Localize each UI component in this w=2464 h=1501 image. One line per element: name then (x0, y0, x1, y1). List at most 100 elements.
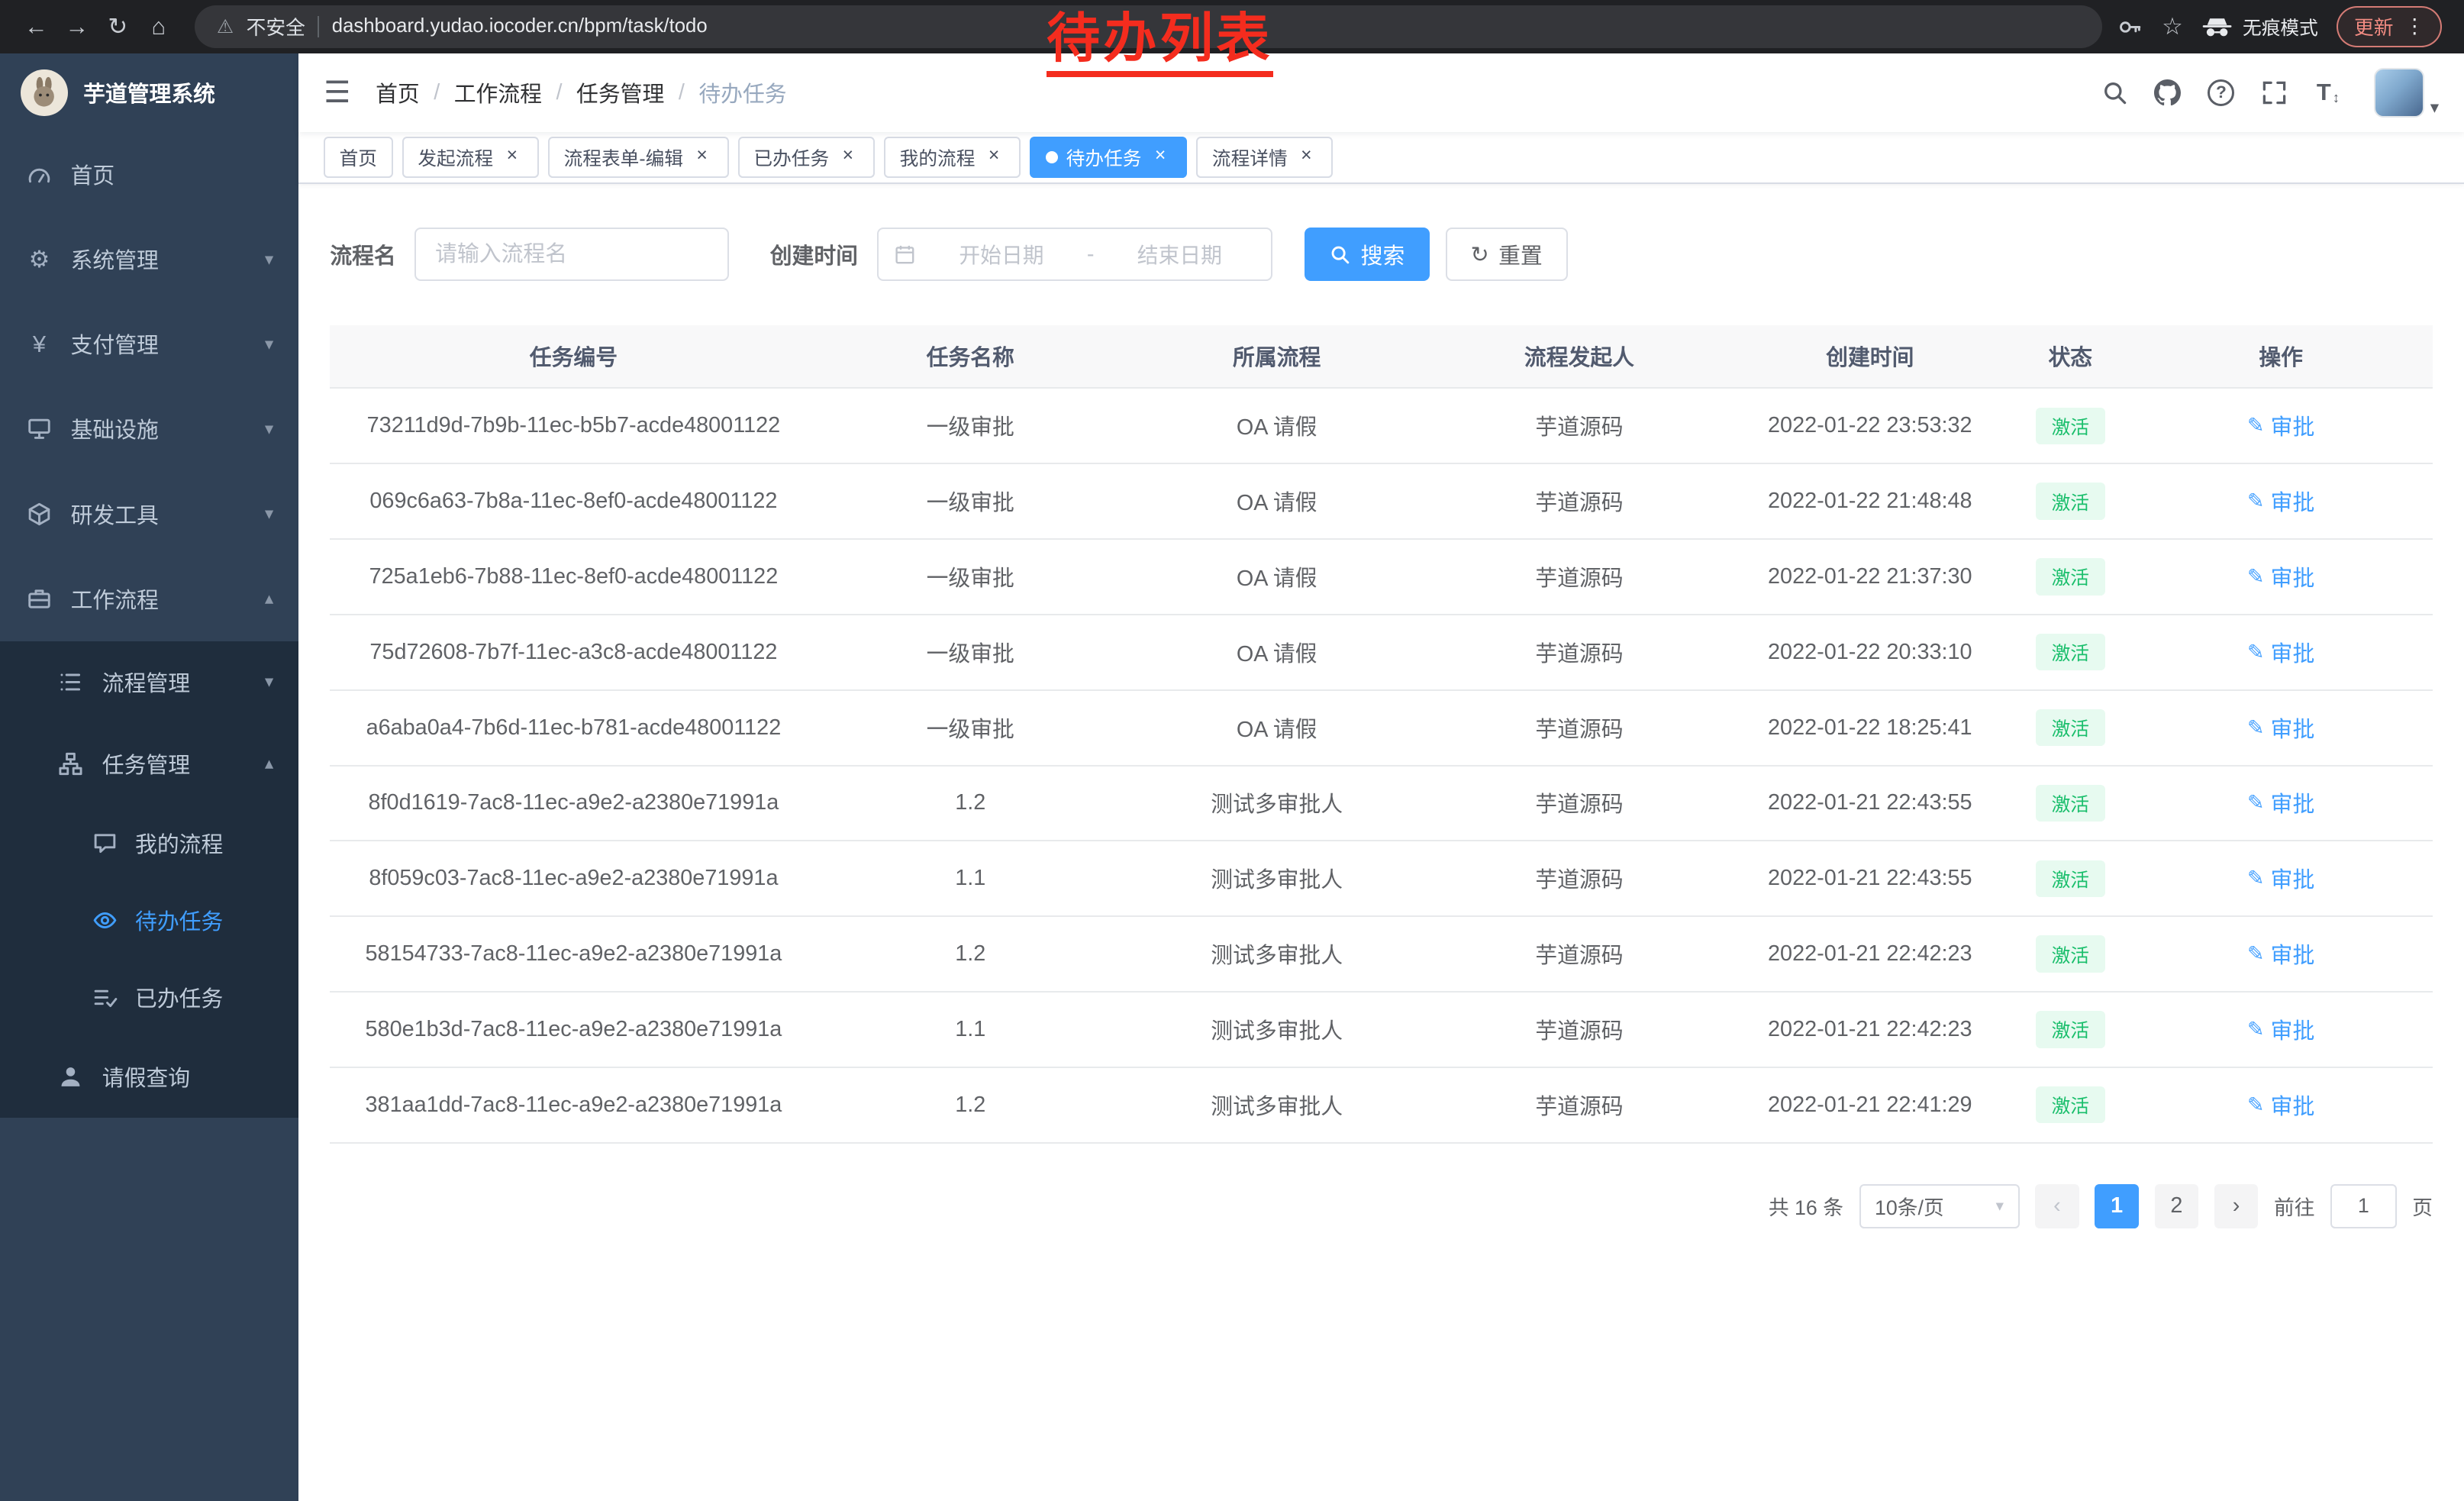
approve-label: 审批 (2271, 410, 2315, 441)
font-size-arrows: ↕ (2333, 89, 2340, 106)
col-status: 状态 (2011, 325, 2129, 388)
col-actions: 操作 (2129, 325, 2432, 388)
sidebar-item-done-tasks[interactable]: 已办任务 (0, 959, 298, 1036)
tab-form-edit[interactable]: 流程表单-编辑 × (548, 137, 728, 178)
tab-home[interactable]: 首页 (324, 137, 392, 178)
forward-icon[interactable]: → (56, 6, 98, 47)
approve-link[interactable]: ✎审批 (2247, 486, 2314, 517)
sidebar-item-system[interactable]: ⚙ 系统管理 ▾ (0, 217, 298, 302)
prev-page-button[interactable]: ‹ (2035, 1184, 2079, 1228)
search-button[interactable]: 搜索 (1305, 228, 1430, 281)
close-icon[interactable]: × (1150, 146, 1172, 168)
font-size-icon[interactable]: T↕ (2304, 69, 2352, 117)
close-icon[interactable]: × (837, 146, 859, 168)
approve-link[interactable]: ✎审批 (2247, 712, 2314, 744)
update-button[interactable]: 更新 ⋮ (2337, 6, 2442, 47)
sidebar-item-devtools[interactable]: 研发工具 ▾ (0, 472, 298, 557)
approve-link[interactable]: ✎审批 (2247, 938, 2314, 970)
task-id: 8f0d1619-7ac8-11ec-a9e2-a2380e71991a (330, 766, 817, 841)
search-icon[interactable] (2091, 69, 2138, 117)
sidebar-item-task-management[interactable]: 任务管理 ▴ (0, 723, 298, 805)
breadcrumb-item-workflow[interactable]: 工作流程 (454, 77, 542, 108)
breadcrumb-item-home[interactable]: 首页 (376, 77, 420, 108)
tab-process-detail[interactable]: 流程详情 × (1196, 137, 1333, 178)
approve-link[interactable]: ✎审批 (2247, 1089, 2314, 1121)
next-page-button[interactable]: › (2214, 1184, 2259, 1228)
reload-icon[interactable]: ↻ (98, 6, 139, 47)
sidebar-item-payment[interactable]: ¥ 支付管理 ▾ (0, 302, 298, 386)
approve-link[interactable]: ✎审批 (2247, 1014, 2314, 1045)
home-icon[interactable]: ⌂ (138, 6, 179, 47)
task-starter: 芋道源码 (1430, 841, 1728, 916)
task-name: 一级审批 (818, 539, 1124, 615)
incognito-label: 无痕模式 (2243, 13, 2318, 40)
sidebar-item-label: 待办任务 (135, 905, 273, 936)
edit-icon: ✎ (2247, 1093, 2264, 1117)
col-starter: 流程发起人 (1430, 325, 1728, 388)
task-name: 1.2 (818, 1067, 1124, 1143)
help-icon[interactable]: ? (2198, 69, 2245, 117)
chevron-down-icon: ▾ (265, 419, 273, 439)
close-icon[interactable]: × (501, 146, 523, 168)
approve-label: 审批 (2271, 787, 2315, 818)
tab-todo-tasks[interactable]: 待办任务 × (1030, 137, 1187, 178)
page-size-select[interactable]: 10条/页 ▾ (1859, 1184, 2020, 1228)
page-button-2[interactable]: 2 (2155, 1184, 2199, 1228)
approve-link[interactable]: ✎审批 (2247, 863, 2314, 894)
sidebar-item-process-management[interactable]: 流程管理 ▾ (0, 641, 298, 723)
bookmark-star-icon[interactable]: ☆ (2162, 13, 2183, 40)
approve-link[interactable]: ✎审批 (2247, 410, 2314, 441)
reset-button[interactable]: ↻ 重置 (1446, 228, 1568, 281)
user-menu[interactable]: ▾ (2374, 68, 2439, 118)
close-icon[interactable]: × (983, 146, 1005, 168)
approve-link[interactable]: ✎审批 (2247, 561, 2314, 592)
col-process: 所属流程 (1124, 325, 1430, 388)
sidebar-item-label: 已办任务 (135, 982, 273, 1013)
task-process: 测试多审批人 (1124, 992, 1430, 1067)
approve-link[interactable]: ✎审批 (2247, 637, 2314, 668)
goto-page-input[interactable] (2330, 1184, 2396, 1228)
incognito-icon (2201, 17, 2233, 37)
sidebar-item-todo-tasks[interactable]: 待办任务 (0, 882, 298, 959)
task-id: a6aba0a4-7b6d-11ec-b781-acde48001122 (330, 690, 817, 766)
logo[interactable]: 芋道管理系统 (0, 53, 298, 132)
tab-start-process[interactable]: 发起流程 × (402, 137, 539, 178)
approve-link[interactable]: ✎审批 (2247, 787, 2314, 818)
collapse-sidebar-icon[interactable]: ☰ (324, 76, 350, 110)
sidebar-item-label: 支付管理 (71, 328, 248, 360)
cube-icon (25, 502, 53, 527)
github-icon[interactable] (2144, 69, 2191, 117)
process-name-input[interactable] (414, 228, 729, 281)
table-header-row: 任务编号 任务名称 所属流程 流程发起人 创建时间 状态 操作 (330, 325, 2433, 388)
task-starter: 芋道源码 (1430, 690, 1728, 766)
status-badge: 激活 (2036, 709, 2105, 746)
tab-my-process[interactable]: 我的流程 × (884, 137, 1021, 178)
sidebar-item-my-process[interactable]: 我的流程 (0, 805, 298, 882)
reset-icon: ↻ (1471, 241, 1489, 268)
task-starter: 芋道源码 (1430, 916, 1728, 992)
close-icon[interactable]: × (691, 146, 713, 168)
breadcrumb-item-task-management[interactable]: 任务管理 (576, 77, 664, 108)
sidebar-item-home[interactable]: 首页 (0, 132, 298, 217)
font-size-letter: T (2317, 79, 2331, 106)
page-button-1[interactable]: 1 (2095, 1184, 2139, 1228)
key-icon[interactable] (2117, 15, 2143, 40)
sidebar-item-leave-query[interactable]: 请假查询 (0, 1036, 298, 1118)
fullscreen-icon[interactable] (2251, 69, 2298, 117)
task-id: 58154733-7ac8-11ec-a9e2-a2380e71991a (330, 916, 817, 992)
close-icon[interactable]: × (1295, 146, 1317, 168)
task-starter: 芋道源码 (1430, 615, 1728, 690)
back-icon[interactable]: ← (16, 6, 57, 47)
avatar[interactable] (2374, 68, 2424, 118)
task-process: OA 请假 (1124, 388, 1430, 463)
task-name: 1.1 (818, 841, 1124, 916)
tab-done-tasks[interactable]: 已办任务 × (738, 137, 875, 178)
task-created: 2022-01-21 22:42:23 (1729, 992, 2012, 1067)
browser-menu-icon[interactable]: ⋮ (2404, 15, 2425, 38)
sidebar-item-workflow[interactable]: 工作流程 ▴ (0, 557, 298, 641)
chrome-right-tools: ☆ 无痕模式 更新 ⋮ (2117, 6, 2448, 47)
sidebar-item-infrastructure[interactable]: 基础设施 ▾ (0, 386, 298, 471)
date-range-picker[interactable]: 开始日期 - 结束日期 (877, 228, 1273, 281)
breadcrumb-separator: / (434, 80, 440, 105)
chevron-down-icon: ▾ (1996, 1196, 2004, 1215)
